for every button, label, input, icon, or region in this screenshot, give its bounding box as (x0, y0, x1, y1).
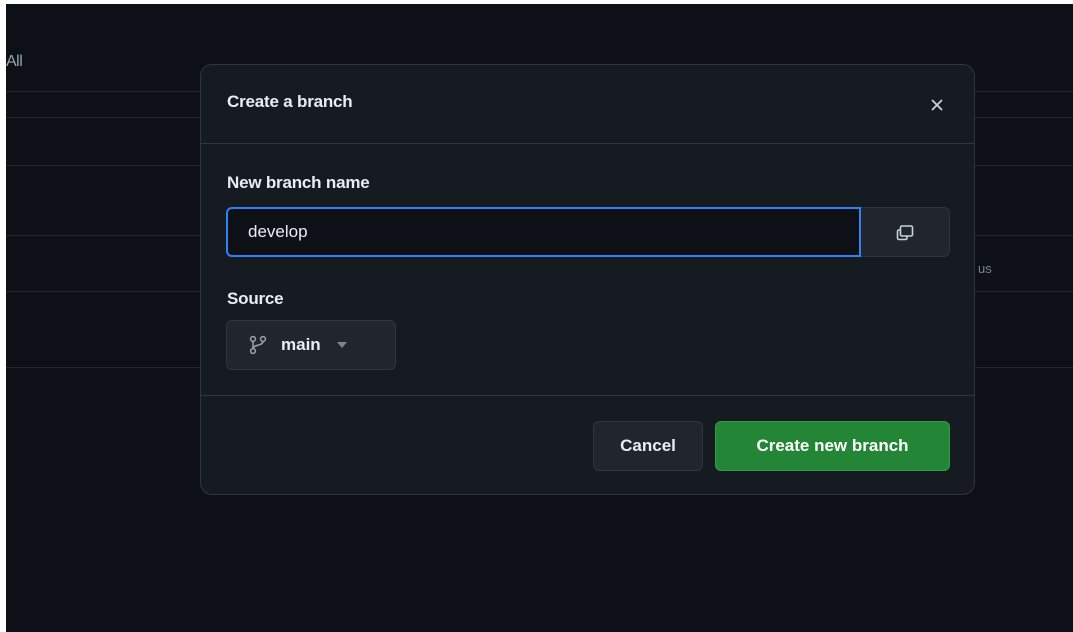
background-column-text: us (978, 261, 992, 276)
copy-button[interactable] (861, 207, 950, 257)
source-label: Source (227, 289, 284, 308)
copy-icon (896, 225, 914, 241)
source-branch-label: main (281, 335, 321, 354)
cancel-button[interactable]: Cancel (593, 421, 703, 471)
close-button[interactable] (923, 91, 951, 119)
create-new-branch-button[interactable]: Create new branch (715, 421, 950, 471)
filter-tab-all[interactable]: All (6, 53, 23, 71)
create-branch-dialog: Create a branch New branch name Source (200, 64, 975, 495)
dialog-header: Create a branch (201, 65, 974, 144)
dialog-footer: Cancel Create new branch (201, 395, 974, 494)
branch-name-label: New branch name (227, 173, 370, 192)
git-branch-icon (249, 335, 267, 355)
source-branch-select[interactable]: main (226, 320, 396, 370)
dialog-title: Create a branch (227, 92, 353, 111)
page-background: All us Create a branch New branch name S… (6, 4, 1073, 632)
close-icon (931, 99, 943, 111)
triangle-down-icon (336, 342, 347, 348)
branch-name-input[interactable] (226, 207, 861, 257)
